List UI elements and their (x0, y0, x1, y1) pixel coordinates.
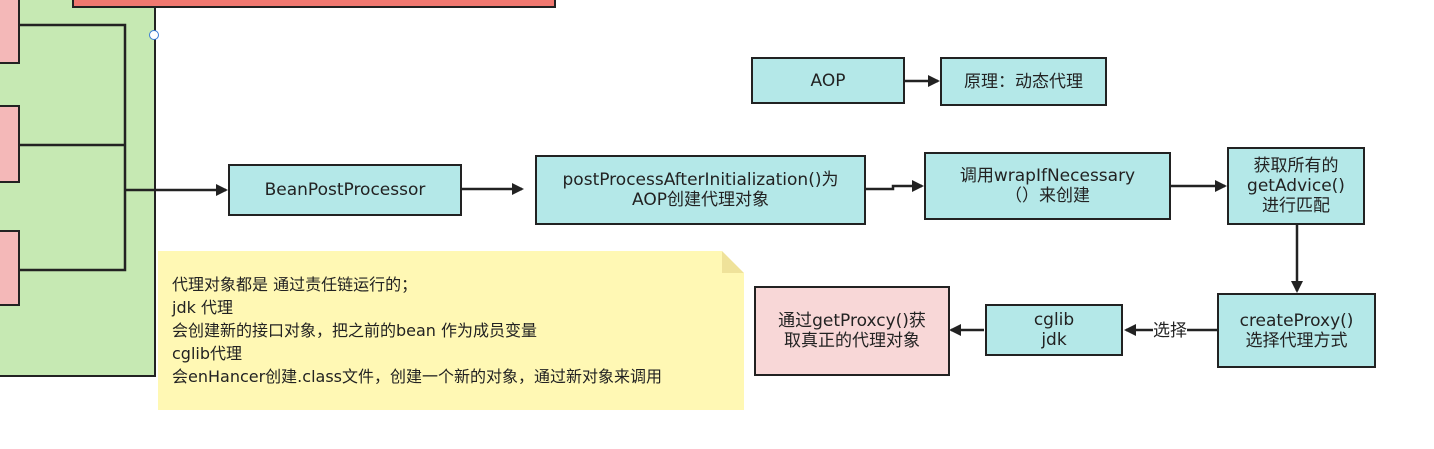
node-get-advice-line-3: 进行匹配 (1262, 196, 1330, 216)
node-create-proxy-line-1: createProxy() (1239, 310, 1354, 331)
node-post-process-line-1: postProcessAfterInitialization()为 (562, 170, 839, 190)
node-aop-label: AOP (810, 70, 846, 91)
note-line-4: cglib代理 (172, 344, 243, 363)
edge-post-to-wrap (865, 180, 924, 192)
node-get-advice-line-2: getAdvice() (1247, 176, 1345, 196)
node-wrap-line-1: 调用wrapIfNecessary (959, 166, 1136, 186)
bracket-line (20, 23, 127, 272)
node-cglib-label: cglib (1033, 310, 1075, 330)
node-post-process-line-2: AOP创建代理对象 (632, 190, 769, 210)
note-fold-corner (722, 251, 744, 273)
node-get-proxy-line-1: 通过getProxcy()获 (778, 311, 926, 331)
note-line-1: 代理对象都是 通过责任链运行的； (172, 275, 418, 294)
node-get-advice[interactable]: 获取所有的 getAdvice() 进行匹配 (1227, 147, 1365, 225)
node-principle[interactable]: 原理：动态代理 (940, 57, 1107, 106)
node-get-advice-line-1: 获取所有的 (1253, 156, 1339, 176)
note-line-2: jdk 代理 (172, 298, 233, 317)
node-create-proxy-line-2: 选择代理方式 (1245, 330, 1348, 351)
edge-label-choose: 选择 (1153, 321, 1187, 341)
node-bpp-label: BeanPostProcessor (264, 180, 426, 200)
node-get-proxy-line-2: 取真正的代理对象 (784, 331, 920, 351)
note-line-3: 会创建新的接口对象，把之前的bean 作为成员变量 (172, 321, 538, 340)
sticky-note[interactable]: 代理对象都是 通过责任链运行的； jdk 代理 会创建新的接口对象，把之前的be… (158, 251, 744, 410)
node-principle-label: 原理：动态代理 (964, 71, 1083, 92)
node-jdk-label: jdk (1041, 330, 1067, 350)
node-aop[interactable]: AOP (751, 57, 905, 104)
node-get-proxy[interactable]: 通过getProxcy()获 取真正的代理对象 (754, 286, 950, 376)
node-wrap-line-2: （）来创建 (1005, 186, 1090, 206)
node-create-proxy[interactable]: createProxy() 选择代理方式 (1217, 293, 1376, 368)
note-line-5: 会enHancer创建.class文件，创建一个新的对象，通过新对象来调用 (172, 367, 662, 386)
node-post-process[interactable]: postProcessAfterInitialization()为 AOP创建代… (535, 155, 866, 225)
node-bean-post-processor[interactable]: BeanPostProcessor (228, 164, 462, 216)
node-cglib-jdk[interactable]: cglib jdk (985, 304, 1123, 356)
node-wrap-if-necessary[interactable]: 调用wrapIfNecessary （）来创建 (924, 152, 1171, 220)
